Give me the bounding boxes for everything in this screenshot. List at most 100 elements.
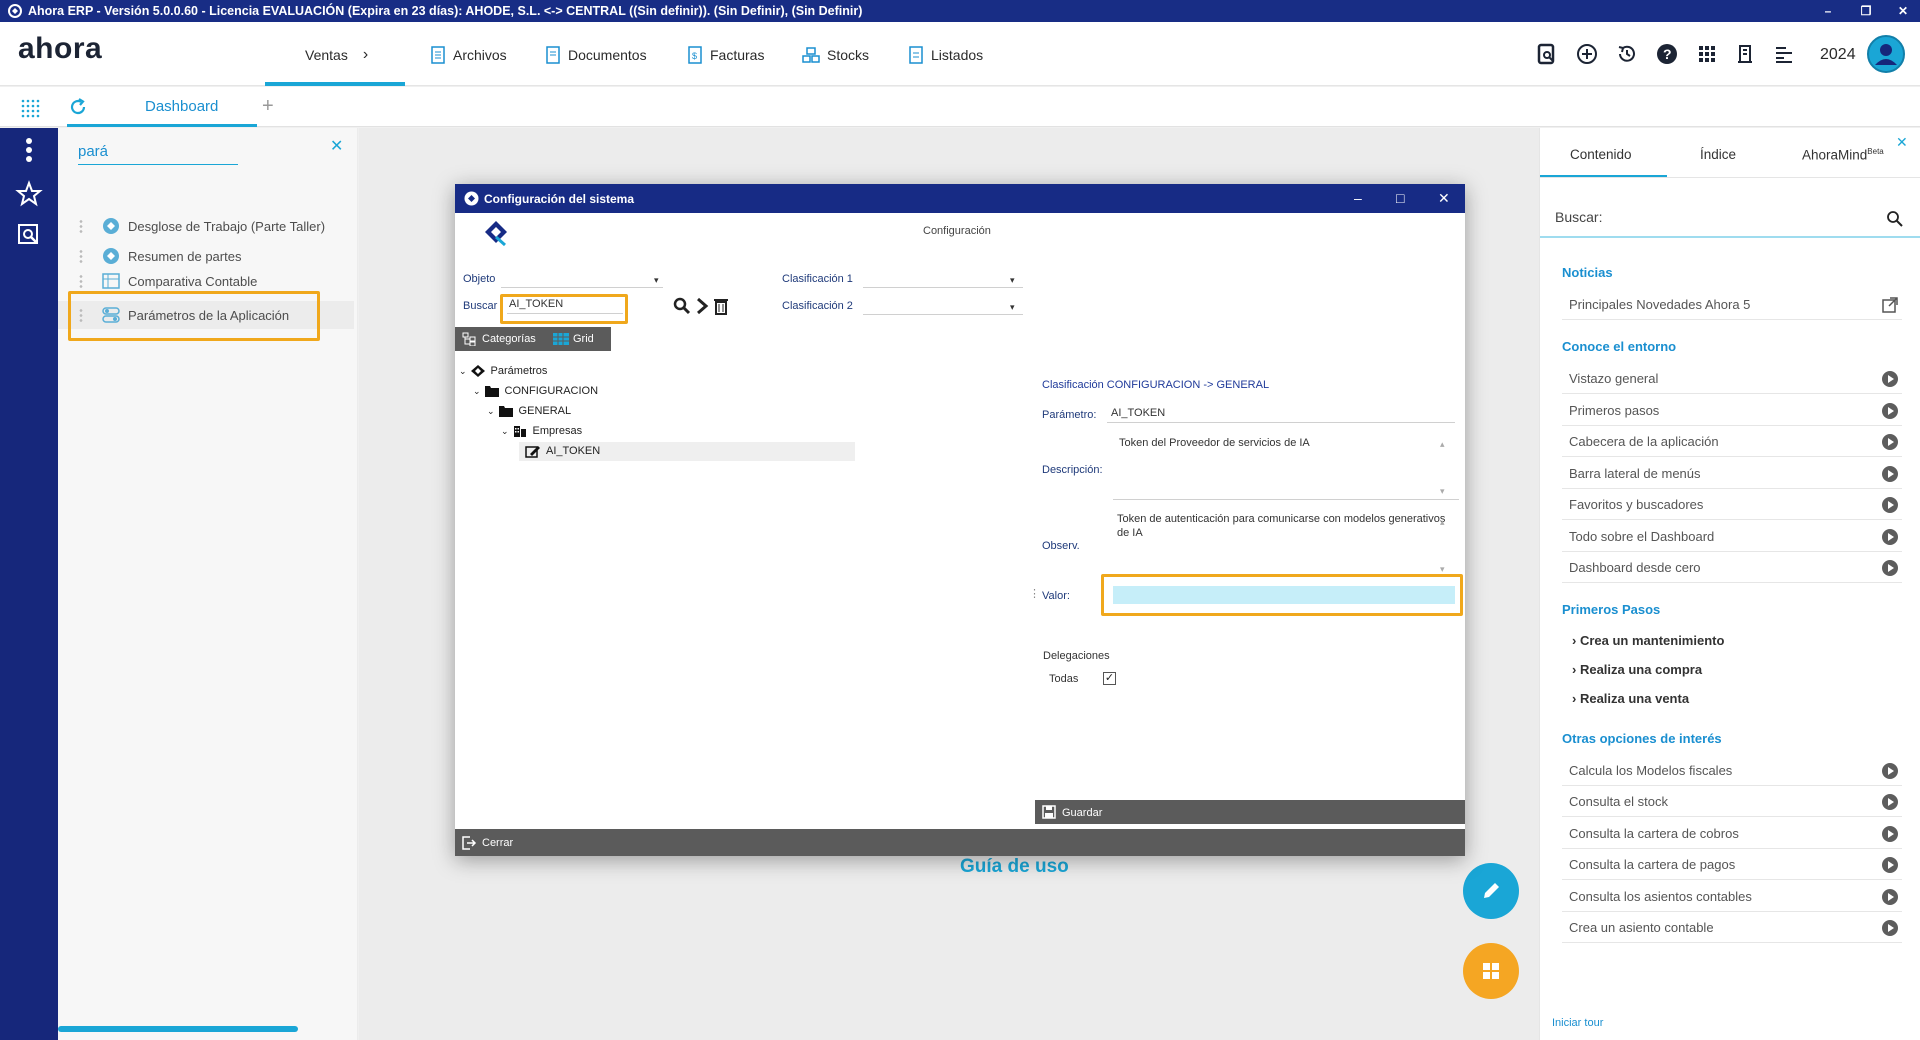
search-result-item[interactable]: Comparativa Contable xyxy=(78,273,257,289)
step-link[interactable]: › Realiza una venta xyxy=(1572,691,1689,706)
dots-grid-icon[interactable] xyxy=(20,98,40,118)
help-search-input[interactable]: Buscar: xyxy=(1555,209,1602,225)
nav-tab-listados[interactable]: Listados xyxy=(908,46,983,64)
todas-checkbox[interactable]: ✓ xyxy=(1103,672,1116,685)
step-link[interactable]: › Realiza una compra xyxy=(1572,662,1702,677)
tab-contenido[interactable]: Contenido xyxy=(1570,147,1632,162)
menu-lines-icon[interactable] xyxy=(1772,42,1796,66)
more-vertical-icon[interactable] xyxy=(22,136,36,166)
help-icon[interactable]: ? xyxy=(1655,42,1679,66)
building-icon[interactable] xyxy=(1733,42,1757,66)
tab-ahoramind[interactable]: AhoraMindBeta xyxy=(1802,147,1884,163)
close-window-button[interactable]: ✕ xyxy=(1893,2,1913,20)
user-avatar[interactable] xyxy=(1867,35,1905,73)
nav-tab-archivos[interactable]: Archivos xyxy=(430,46,507,64)
option-item[interactable]: Consulta la cartera de pagos xyxy=(1562,850,1902,880)
drag-handle-icon[interactable] xyxy=(78,249,84,263)
window-titlebar: Ahora ERP - Versión 5.0.0.60 - Licencia … xyxy=(0,0,1920,22)
fiscal-year[interactable]: 2024 xyxy=(1820,46,1856,64)
step-link[interactable]: › Crea un mantenimiento xyxy=(1572,633,1724,648)
restore-button[interactable]: ❐ xyxy=(1856,2,1876,20)
scroll-up-icon[interactable]: ▴ xyxy=(1440,439,1445,450)
splitter-handle[interactable]: ⋮ xyxy=(1029,587,1040,600)
clasif1-select[interactable] xyxy=(863,272,1023,288)
nav-tab-ventas[interactable]: Ventas › xyxy=(305,46,368,64)
scroll-up-icon[interactable]: ▴ xyxy=(1440,517,1445,528)
delegaciones-label: Delegaciones xyxy=(1043,650,1110,662)
option-item[interactable]: Consulta el stock xyxy=(1562,787,1902,817)
guide-item[interactable]: Vistazo general xyxy=(1562,364,1902,394)
tree-node-parametros[interactable]: ⌄ Parámetros xyxy=(459,364,547,378)
guide-item[interactable]: Barra lateral de menús xyxy=(1562,459,1902,489)
clasif2-select[interactable] xyxy=(863,299,1023,315)
objeto-select[interactable] xyxy=(501,272,663,288)
expand-icon[interactable]: ⌄ xyxy=(459,366,467,377)
guide-item[interactable]: Favoritos y buscadores xyxy=(1562,490,1902,520)
iniciar-tour-link[interactable]: Iniciar tour xyxy=(1552,1017,1603,1029)
option-item[interactable]: Crea un asiento contable xyxy=(1562,913,1902,943)
search-result-item[interactable]: Resumen de partes xyxy=(78,243,241,269)
tab-indice[interactable]: Índice xyxy=(1700,147,1736,162)
tree-node-empresas[interactable]: ⌄ Empresas xyxy=(501,424,582,438)
menu-search-input[interactable]: pará xyxy=(78,143,238,165)
tree-node-configuracion[interactable]: ⌄ CONFIGURACION xyxy=(473,384,598,398)
nav-tab-label: Listados xyxy=(931,47,984,63)
drag-handle-icon[interactable] xyxy=(78,219,84,233)
option-item-label: Consulta el stock xyxy=(1569,794,1668,809)
tab-grid[interactable]: Grid xyxy=(573,333,594,345)
descripcion-textarea[interactable]: Token del Proveedor de servicios de IA xyxy=(1113,429,1459,500)
nav-tab-facturas[interactable]: $ Facturas xyxy=(687,46,764,64)
tab-categorias[interactable]: Categorías xyxy=(482,333,536,345)
add-tab-button[interactable]: + xyxy=(262,95,274,118)
tree-node-general[interactable]: ⌄ GENERAL xyxy=(487,404,571,418)
nav-tab-documentos[interactable]: Documentos xyxy=(545,46,647,64)
scroll-down-icon[interactable]: ▾ xyxy=(1440,486,1445,497)
news-item[interactable]: Principales Novedades Ahora 5 xyxy=(1562,290,1902,320)
cerrar-button[interactable]: Cerrar xyxy=(455,829,1465,856)
minimize-button[interactable]: – xyxy=(1818,2,1838,20)
chevron-right-icon[interactable] xyxy=(694,297,710,315)
search-document-icon[interactable] xyxy=(1535,42,1559,66)
chevron-down-icon[interactable]: ▾ xyxy=(654,275,659,286)
expand-icon[interactable]: ⌄ xyxy=(487,406,495,417)
search-result-item[interactable]: Desglose de Trabajo (Parte Taller) xyxy=(78,213,325,239)
close-icon[interactable]: ✕ xyxy=(1896,134,1908,151)
close-icon[interactable]: ✕ xyxy=(330,136,343,156)
observ-textarea[interactable]: Token de autenticación para comunicarse … xyxy=(1113,506,1459,579)
option-item[interactable]: Calcula los Modelos fiscales xyxy=(1562,756,1902,786)
tree-node-ai-token[interactable]: AI_TOKEN xyxy=(525,444,600,458)
option-item[interactable]: Consulta los asientos contables xyxy=(1562,882,1902,912)
search-document-icon[interactable] xyxy=(15,221,43,249)
nav-tab-stocks[interactable]: Stocks xyxy=(802,46,869,64)
edit-fab-button[interactable] xyxy=(1463,863,1519,919)
star-icon[interactable] xyxy=(15,180,43,208)
apps-grid-icon[interactable] xyxy=(1695,42,1719,66)
parametro-value[interactable]: AI_TOKEN xyxy=(1107,407,1455,423)
guardar-button[interactable]: Guardar xyxy=(1035,800,1465,824)
dialog-close-button[interactable]: ✕ xyxy=(1438,190,1450,207)
chevron-down-icon[interactable]: ▾ xyxy=(1010,275,1015,286)
dialog-maximize-button[interactable]: □ xyxy=(1396,190,1404,206)
guia-de-uso-link[interactable]: Guía de uso xyxy=(960,856,1069,878)
chevron-down-icon[interactable]: ▾ xyxy=(1010,302,1015,313)
expand-icon[interactable]: ⌄ xyxy=(473,386,481,397)
option-item[interactable]: Consulta la cartera de cobros xyxy=(1562,819,1902,849)
dialog-minimize-button[interactable]: – xyxy=(1354,190,1362,206)
horizontal-scrollbar[interactable] xyxy=(58,1026,298,1032)
guide-item[interactable]: Todo sobre el Dashboard xyxy=(1562,522,1902,552)
guide-item[interactable]: Cabecera de la aplicación xyxy=(1562,427,1902,457)
search-icon[interactable] xyxy=(1886,210,1904,228)
play-icon xyxy=(1882,403,1898,419)
list-icon xyxy=(909,46,923,64)
add-circle-icon[interactable] xyxy=(1575,42,1599,66)
tab-dashboard[interactable]: Dashboard xyxy=(145,98,218,115)
guide-item[interactable]: Primeros pasos xyxy=(1562,396,1902,426)
widgets-fab-button[interactable] xyxy=(1463,943,1519,999)
trash-icon[interactable] xyxy=(713,297,729,315)
refresh-icon[interactable] xyxy=(68,97,88,117)
history-icon[interactable] xyxy=(1615,42,1639,66)
search-icon[interactable] xyxy=(673,297,691,315)
guide-item[interactable]: Dashboard desde cero xyxy=(1562,553,1902,583)
expand-icon[interactable]: ⌄ xyxy=(501,426,509,437)
drag-handle-icon[interactable] xyxy=(78,274,84,288)
